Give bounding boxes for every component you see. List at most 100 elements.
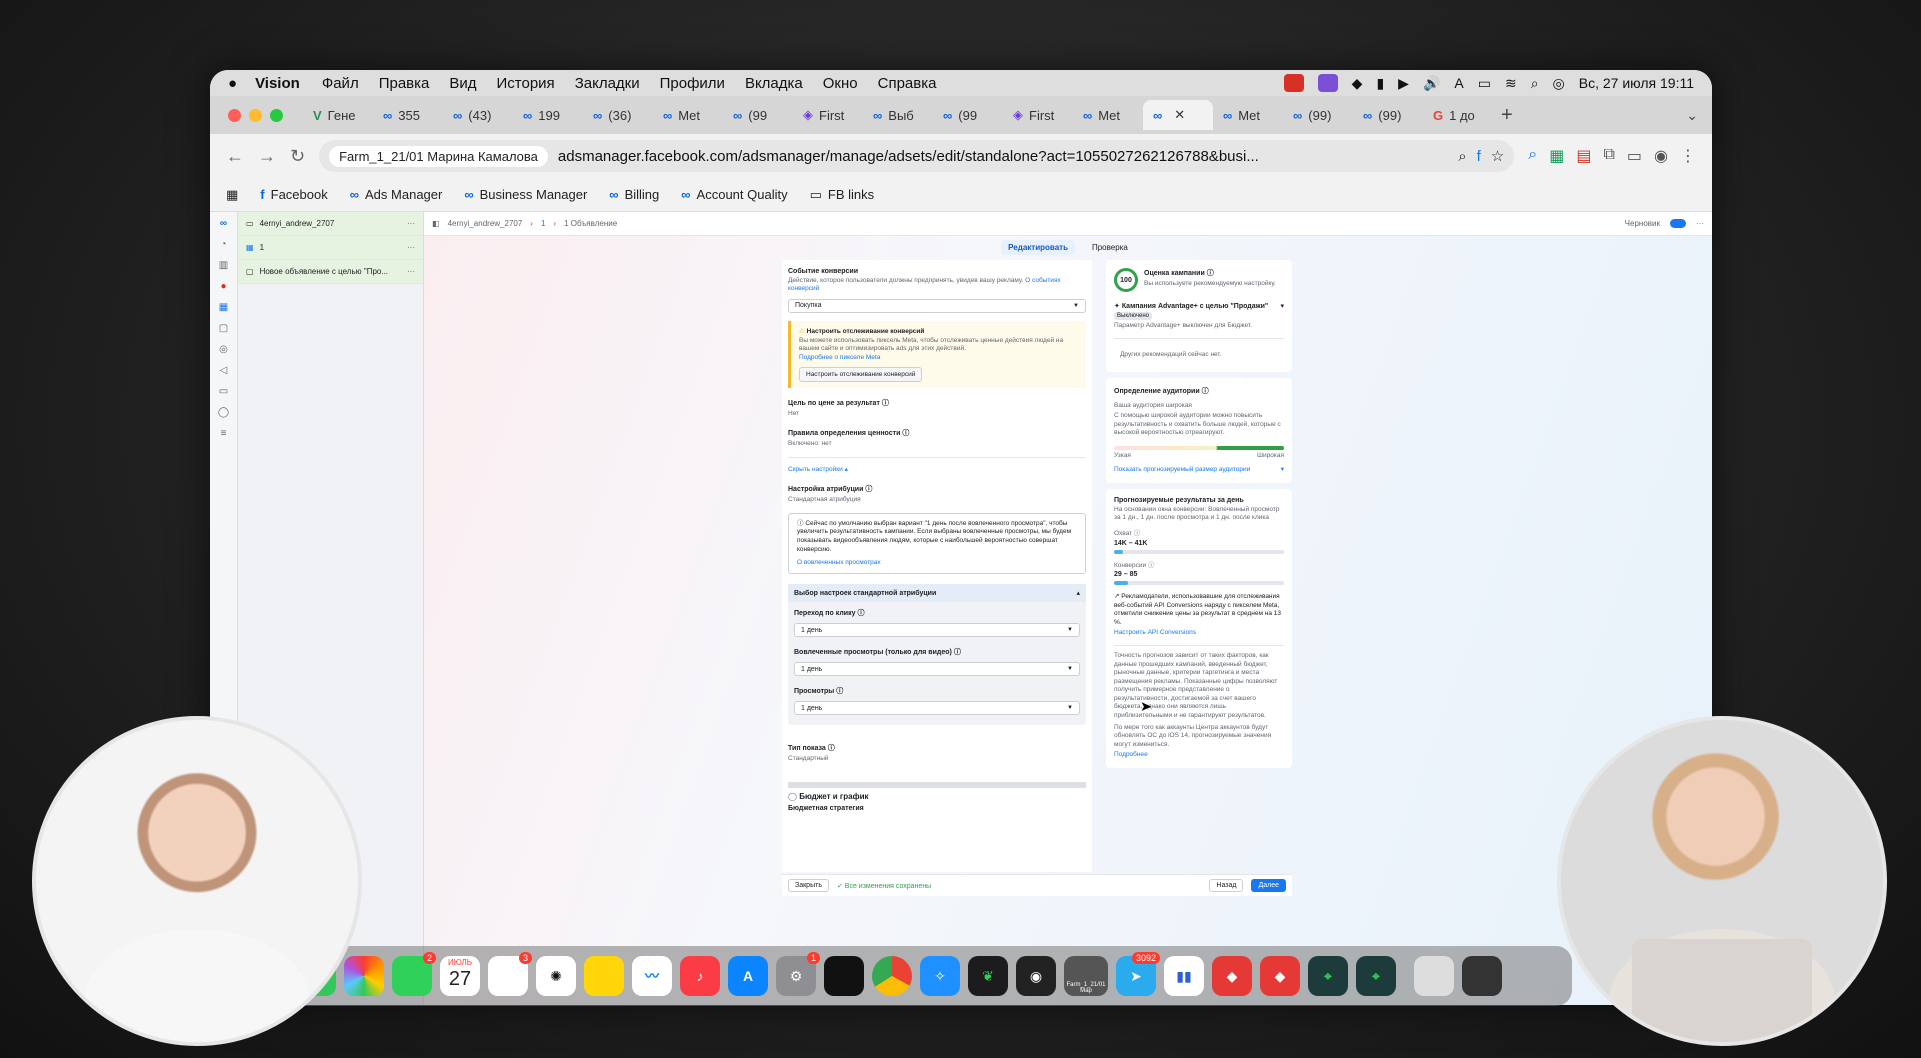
tab[interactable]: V Гене: [303, 100, 373, 130]
red-extension-icon[interactable]: ▤: [1576, 146, 1591, 166]
reminders-icon[interactable]: 3: [488, 952, 532, 996]
conversion-event-select[interactable]: Покупка ▼: [788, 298, 1086, 313]
more-icon[interactable]: ···: [407, 267, 415, 276]
api-conversions-link[interactable]: Настроить API Conversions: [1114, 629, 1284, 637]
profile-chip[interactable]: Farm_1_21/01 Марина Камалова: [329, 145, 548, 167]
anydesk-icon-2[interactable]: ◆: [1260, 956, 1300, 996]
new-tab-button[interactable]: +: [1501, 104, 1513, 127]
card-icon[interactable]: ▭: [219, 386, 228, 397]
profile-icon[interactable]: ◉: [1654, 146, 1668, 166]
tab[interactable]: ◈ First: [1003, 100, 1073, 130]
stats-app-icon[interactable]: ▮▮: [1164, 956, 1204, 996]
star-icon[interactable]: ☆: [1491, 147, 1504, 165]
menu-help[interactable]: Справка: [878, 75, 937, 92]
tab[interactable]: ∞ (99: [933, 100, 1003, 130]
view-window-select[interactable]: 1 день ▼: [794, 701, 1080, 716]
stats-icon[interactable]: ▮: [1376, 75, 1384, 92]
chatgpt-icon[interactable]: ✺: [536, 956, 576, 996]
tab[interactable]: ∞ (36): [583, 100, 653, 130]
tool-icon[interactable]: ⌖: [1308, 956, 1348, 996]
person-icon[interactable]: ◯: [218, 407, 229, 418]
apps-grid-icon[interactable]: ▦: [226, 187, 238, 203]
alerts-icon[interactable]: ●: [220, 281, 226, 292]
breadcrumb-adset[interactable]: 1: [541, 219, 545, 228]
control-center-icon[interactable]: ◎: [1553, 75, 1565, 92]
close-window-button[interactable]: [228, 108, 241, 122]
terminal-window-icon[interactable]: [1462, 956, 1502, 996]
back-icon[interactable]: ←: [226, 146, 244, 167]
menu-tab[interactable]: Вкладка: [745, 75, 803, 92]
close-tab-icon[interactable]: ✕: [1174, 107, 1185, 123]
tab[interactable]: ∞ (99): [1283, 100, 1353, 130]
chart-icon[interactable]: ▥: [219, 260, 228, 271]
engaged-views-link[interactable]: О вовлеченных просмотрах: [797, 559, 1077, 568]
search-icon[interactable]: ⌕: [1531, 75, 1539, 92]
record-icon[interactable]: [1283, 74, 1304, 92]
show-audience-size-link[interactable]: Показать прогнозируемый размер аудитории…: [1114, 466, 1284, 474]
tree-ad[interactable]: ▢ Новое объявление с целью "Про... ···: [238, 260, 423, 284]
click-window-select[interactable]: 1 день ▼: [794, 623, 1080, 638]
minimize-window-button[interactable]: [249, 108, 262, 122]
more-icon[interactable]: ···: [1696, 219, 1704, 228]
battery-icon[interactable]: ▭: [1478, 75, 1491, 92]
more-icon[interactable]: ···: [407, 219, 415, 228]
advantage-campaign[interactable]: ✦ Кампания Advantage+ с целью "Продажи" …: [1114, 302, 1284, 310]
tree-adset[interactable]: ▦ 1 ···: [238, 236, 423, 260]
volume-icon[interactable]: 🔊: [1423, 75, 1440, 92]
play-icon[interactable]: ▶: [1398, 75, 1409, 92]
preview-window-icon[interactable]: [1414, 956, 1454, 996]
photos-icon[interactable]: [344, 956, 384, 996]
puzzle-icon[interactable]: ⧉: [1603, 146, 1614, 166]
table-icon[interactable]: ▦: [219, 302, 228, 313]
setup-tracking-button[interactable]: Настроить отслеживание конверсий: [799, 366, 923, 382]
music-icon[interactable]: ♪: [680, 956, 720, 996]
settings-icon[interactable]: ⚙ 1: [776, 952, 820, 996]
breadcrumb-campaign[interactable]: 4ernyi_andrew_2707: [448, 219, 523, 228]
zoom-icon[interactable]: ⌕: [1458, 148, 1466, 165]
bookmark-ads-manager[interactable]: ∞ Ads Manager: [350, 187, 443, 202]
mode-review[interactable]: Проверка: [1085, 240, 1135, 255]
tab[interactable]: ∞ Выб: [863, 100, 933, 130]
url-text[interactable]: adsmanager.facebook.com/adsmanager/manag…: [558, 148, 1448, 165]
freeform-icon[interactable]: 〰: [632, 956, 672, 996]
input-source-icon[interactable]: A: [1454, 75, 1463, 91]
chrome-icon[interactable]: [872, 956, 912, 996]
menu-edit[interactable]: Правка: [379, 75, 430, 92]
safari-icon[interactable]: ✧: [920, 956, 960, 996]
obs-icon[interactable]: ◉: [1016, 956, 1056, 996]
tab[interactable]: ◈ First: [793, 100, 863, 130]
omnibox[interactable]: Farm_1_21/01 Марина Камалова adsmanager.…: [319, 140, 1515, 172]
tab-search-icon[interactable]: ⌄: [1686, 107, 1698, 124]
meta-logo-icon[interactable]: ∞: [220, 218, 227, 229]
next-button[interactable]: Далее: [1251, 879, 1286, 892]
notes-icon[interactable]: [584, 956, 624, 996]
tab[interactable]: ∞ Met: [1073, 100, 1143, 130]
breadcrumb-ad[interactable]: 1 Объявление: [564, 219, 617, 228]
reload-icon[interactable]: ↻: [290, 146, 305, 167]
screen-mirror-icon[interactable]: [1317, 74, 1338, 92]
bookmark-business-manager[interactable]: ∞ Business Manager: [464, 187, 587, 202]
tab[interactable]: ∞ 199: [513, 100, 583, 130]
menu-history[interactable]: История: [497, 75, 555, 92]
tab[interactable]: ∞ Met: [653, 100, 723, 130]
megaphone-icon[interactable]: ◁: [220, 365, 228, 376]
hide-settings-link[interactable]: Скрыть настройки ▴: [788, 466, 1086, 474]
leaf-app-icon[interactable]: ❦: [968, 956, 1008, 996]
bookmark-billing[interactable]: ∞ Billing: [609, 187, 659, 202]
diamond-icon[interactable]: ◆: [1352, 75, 1363, 92]
zoom-window-button[interactable]: [270, 108, 283, 122]
facebook-icon[interactable]: f: [1477, 148, 1481, 165]
menu-view[interactable]: Вид: [449, 75, 476, 92]
tab[interactable]: ∞ (99: [723, 100, 793, 130]
bookmark-fb-links[interactable]: ▭ FB links: [810, 187, 875, 203]
menu-profiles[interactable]: Профили: [660, 75, 725, 92]
draft-toggle[interactable]: [1670, 219, 1686, 228]
wifi-icon[interactable]: ≋: [1505, 75, 1517, 92]
tool-icon-2[interactable]: ⌖: [1356, 956, 1396, 996]
panel-toggle-icon[interactable]: ◧: [432, 219, 440, 228]
apple-icon[interactable]: ●: [228, 75, 237, 92]
bookmark-facebook[interactable]: f Facebook: [260, 187, 327, 202]
tab[interactable]: G1 до: [1423, 100, 1493, 130]
tree-campaign[interactable]: ▭ 4ernyi_andrew_2707 ···: [238, 212, 423, 236]
vpn-icon[interactable]: [824, 956, 864, 996]
